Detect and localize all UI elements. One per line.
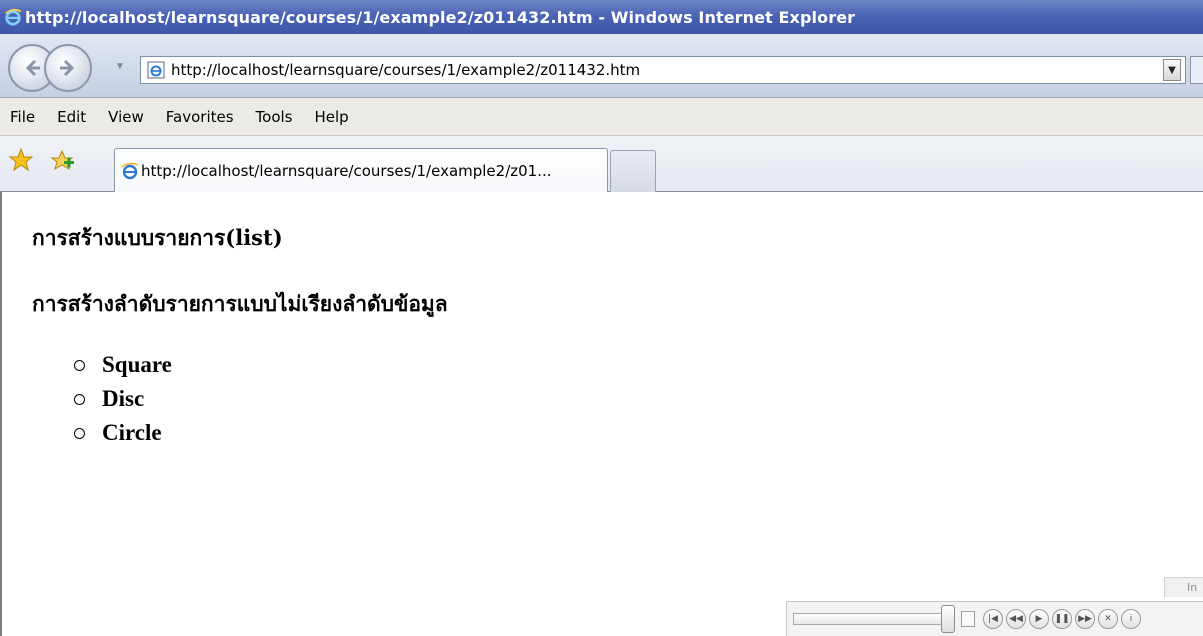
tab-label: http://localhost/learnsquare/courses/1/e… xyxy=(141,161,552,180)
page-title: การสร้างแบบรายการ(list) xyxy=(32,225,283,250)
recent-pages-dropdown[interactable]: ▼ xyxy=(114,61,126,73)
forward-button[interactable] xyxy=(44,44,92,92)
pause-button[interactable]: ❚❚ xyxy=(1052,609,1072,629)
navigation-buttons xyxy=(8,44,120,94)
close-media-button[interactable]: ✕ xyxy=(1098,609,1118,629)
back-arrow-icon xyxy=(25,59,40,77)
seek-bar[interactable] xyxy=(793,613,953,625)
skip-back-button[interactable]: |◀ xyxy=(983,609,1003,629)
list-item: Disc xyxy=(72,382,172,416)
play-button[interactable]: ▶ xyxy=(1029,609,1049,629)
unordered-list: Square Disc Circle xyxy=(72,348,172,450)
window-title: http://localhost/learnsquare/courses/1/e… xyxy=(25,7,856,27)
rewind-button[interactable]: ◀◀ xyxy=(1006,609,1026,629)
address-dropdown-button[interactable]: ▼ xyxy=(1163,59,1181,81)
address-url: http://localhost/learnsquare/courses/1/e… xyxy=(171,61,641,79)
address-toolbar: ▼ http://localhost/learnsquare/courses/1… xyxy=(0,34,1203,98)
page-content: การสร้างแบบรายการ(list) การสร้างลำดับราย… xyxy=(0,192,1203,636)
page-subtitle: การสร้างลำดับรายการแบบไม่เรียงลำดับข้อมู… xyxy=(32,291,448,316)
list-item: Circle xyxy=(72,416,172,450)
close-icon: ✕ xyxy=(1104,614,1112,624)
fast-forward-icon: ▶▶ xyxy=(1078,614,1092,624)
refresh-button[interactable] xyxy=(1190,56,1203,84)
forward-arrow-icon xyxy=(60,59,75,77)
menu-view[interactable]: View xyxy=(108,106,144,128)
volume-box[interactable] xyxy=(961,611,975,627)
menu-edit[interactable]: Edit xyxy=(57,106,86,128)
ie-page-icon xyxy=(121,162,139,179)
seek-handle[interactable] xyxy=(941,605,955,633)
circle-bullet-icon xyxy=(74,393,85,405)
menu-file[interactable]: File xyxy=(10,106,35,128)
menu-tools[interactable]: Tools xyxy=(256,106,293,128)
info-button[interactable]: i xyxy=(1121,609,1141,629)
tab-current-page[interactable]: http://localhost/learnsquare/courses/1/e… xyxy=(114,148,608,192)
circle-bullet-icon xyxy=(74,359,85,371)
address-input[interactable]: http://localhost/learnsquare/courses/1/e… xyxy=(140,56,1186,84)
media-controls: |◀ ◀◀ ▶ ❚❚ ▶▶ ✕ i xyxy=(786,601,1203,636)
window-title-bar: http://localhost/learnsquare/courses/1/e… xyxy=(0,0,1203,34)
fast-forward-button[interactable]: ▶▶ xyxy=(1075,609,1095,629)
list-item: Square xyxy=(72,348,172,382)
list-item-label: Disc xyxy=(102,386,145,411)
menu-favorites[interactable]: Favorites xyxy=(166,106,234,128)
list-item-label: Circle xyxy=(102,420,162,445)
circle-bullet-icon xyxy=(74,427,85,439)
list-item-label: Square xyxy=(102,352,172,377)
play-icon: ▶ xyxy=(1035,614,1043,624)
ie-page-icon xyxy=(147,61,165,79)
new-tab-button[interactable] xyxy=(610,150,656,192)
info-icon: i xyxy=(1129,614,1133,624)
ie-logo-icon xyxy=(5,8,22,26)
menu-bar: File Edit View Favorites Tools Help xyxy=(0,98,1203,136)
menu-help[interactable]: Help xyxy=(315,106,349,128)
tab-bar: http://localhost/learnsquare/courses/1/e… xyxy=(0,136,1203,192)
pause-icon: ❚❚ xyxy=(1054,614,1070,624)
add-favorite-icon[interactable] xyxy=(50,148,76,174)
skip-back-icon: |◀ xyxy=(988,614,998,624)
favorites-star-icon[interactable] xyxy=(8,147,34,173)
info-tag: In xyxy=(1164,577,1203,597)
rewind-icon: ◀◀ xyxy=(1009,614,1023,624)
